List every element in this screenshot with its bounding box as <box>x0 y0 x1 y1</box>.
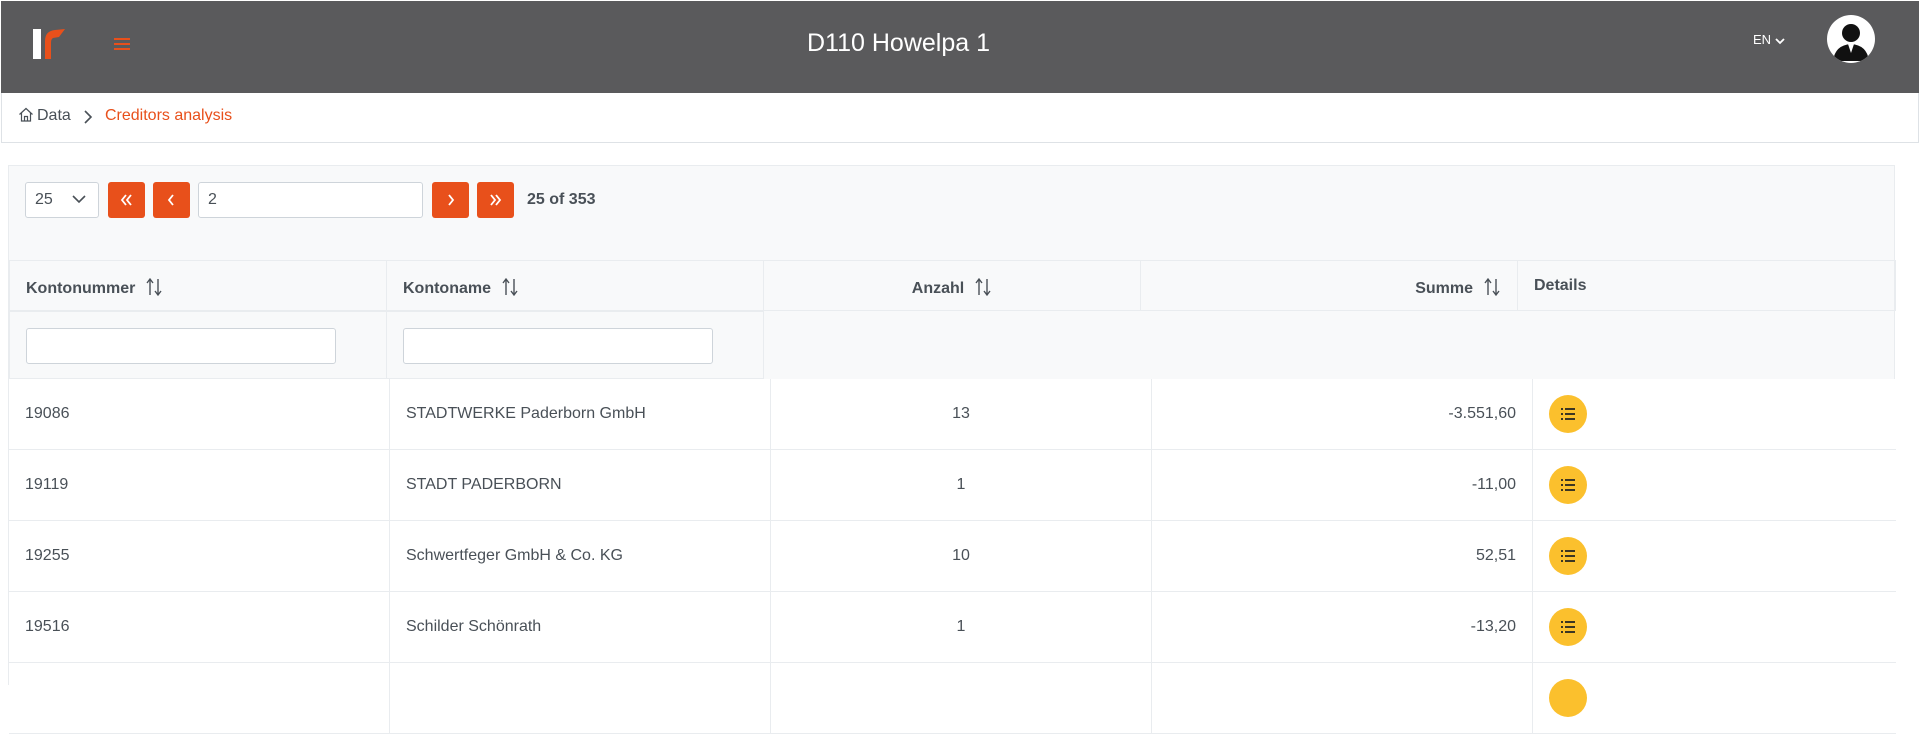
list-icon <box>1561 479 1575 491</box>
column-header-summe[interactable]: Summe <box>1140 260 1518 311</box>
sort-icon <box>502 277 518 297</box>
filter-cell-kontonummer <box>9 311 387 379</box>
details-button[interactable] <box>1549 395 1587 433</box>
cell-details <box>1533 521 1896 592</box>
top-header-bar: D110 Howelpa 1 EN <box>1 1 1919 93</box>
cell-kontonummer: 19086 <box>9 379 390 450</box>
next-page-button[interactable] <box>432 182 469 218</box>
rows-per-page-value: 25 <box>35 191 53 208</box>
cell-details <box>1533 663 1896 734</box>
table-row: 19255 Schwertfeger GmbH & Co. KG 10 52,5… <box>9 521 1896 592</box>
table-row: 19086 STADTWERKE Paderborn GmbH 13 -3.55… <box>9 379 1896 450</box>
filter-cell-kontoname <box>386 311 764 379</box>
list-icon <box>1561 408 1575 420</box>
cell-anzahl: 1 <box>771 450 1152 521</box>
cell-details <box>1533 450 1896 521</box>
page-number-input[interactable] <box>198 182 423 218</box>
table-row <box>9 663 1896 734</box>
column-header-label: Kontoname <box>403 280 491 297</box>
details-button[interactable] <box>1549 608 1587 646</box>
column-header-details: Details <box>1517 260 1896 311</box>
sort-icon <box>146 277 162 297</box>
breadcrumb-current[interactable]: Creditors analysis <box>105 107 232 125</box>
paginator: 25 25 of 353 <box>9 166 1894 260</box>
sort-icon <box>1484 277 1500 297</box>
cell-kontoname: STADT PADERBORN <box>390 450 771 521</box>
home-icon <box>19 107 33 122</box>
user-avatar[interactable] <box>1827 15 1875 63</box>
column-header-label: Kontonummer <box>26 280 136 297</box>
language-selector[interactable]: EN <box>1753 32 1785 47</box>
language-label: EN <box>1753 32 1772 47</box>
chevron-down-icon <box>72 195 86 204</box>
column-header-label: Anzahl <box>911 280 965 297</box>
sort-icon <box>975 277 991 297</box>
creditors-table: 25 25 of 353 Kontonummer Kontoname Anzah… <box>8 165 1896 734</box>
column-header-label: Details <box>1534 277 1587 294</box>
chevron-left-icon <box>167 194 174 206</box>
cell-kontoname: Schwertfeger GmbH & Co. KG <box>390 521 771 592</box>
cell-anzahl: 13 <box>771 379 1152 450</box>
column-header-anzahl[interactable]: Anzahl <box>763 260 1141 311</box>
details-button[interactable] <box>1549 679 1587 717</box>
cell-kontoname: Schilder Schönrath <box>390 592 771 663</box>
breadcrumb-home-label: Data <box>37 107 71 124</box>
cell-kontonummer: 19119 <box>9 450 390 521</box>
cell-anzahl: 1 <box>771 592 1152 663</box>
chevrons-left-icon <box>120 194 132 206</box>
column-header-label: Summe <box>1415 280 1473 297</box>
table-row: 19516 Schilder Schönrath 1 -13,20 <box>9 592 1896 663</box>
last-page-button[interactable] <box>477 182 514 218</box>
user-silhouette-icon <box>1833 24 1869 61</box>
cell-summe: -3.551,60 <box>1152 379 1533 450</box>
kontonummer-filter-input[interactable] <box>26 328 336 364</box>
filter-row <box>9 311 1896 379</box>
table-header: Kontonummer Kontoname Anzahl Summe Detai… <box>9 260 1896 311</box>
cell-kontonummer <box>9 663 390 734</box>
list-icon <box>1561 550 1575 562</box>
chevron-right-icon <box>84 110 93 124</box>
column-header-kontonummer[interactable]: Kontonummer <box>9 260 387 311</box>
app-title: D110 Howelpa 1 <box>807 29 990 57</box>
cell-kontonummer: 19255 <box>9 521 390 592</box>
page-count-text: 25 of 353 <box>527 191 596 208</box>
previous-page-button[interactable] <box>153 182 190 218</box>
table-row: 19119 STADT PADERBORN 1 -11,00 <box>9 450 1896 521</box>
breadcrumb: Data Creditors analysis <box>1 93 1919 143</box>
cell-anzahl <box>771 663 1152 734</box>
breadcrumb-home[interactable]: Data <box>18 107 71 125</box>
chevrons-right-icon <box>490 194 502 206</box>
first-page-button[interactable] <box>108 182 145 218</box>
list-icon <box>1561 621 1575 633</box>
details-button[interactable] <box>1549 537 1587 575</box>
details-button[interactable] <box>1549 466 1587 504</box>
cell-summe: -11,00 <box>1152 450 1533 521</box>
cell-anzahl: 10 <box>771 521 1152 592</box>
column-header-kontoname[interactable]: Kontoname <box>386 260 764 311</box>
cell-kontoname <box>390 663 771 734</box>
cell-summe: -13,20 <box>1152 592 1533 663</box>
chevron-down-icon <box>1775 37 1785 44</box>
cell-kontoname: STADTWERKE Paderborn GmbH <box>390 379 771 450</box>
cell-kontonummer: 19516 <box>9 592 390 663</box>
rows-per-page-dropdown[interactable]: 25 <box>25 182 99 218</box>
chevron-right-icon <box>448 194 455 206</box>
cell-details <box>1533 592 1896 663</box>
cell-details <box>1533 379 1896 450</box>
kontoname-filter-input[interactable] <box>403 328 713 364</box>
cell-summe: 52,51 <box>1152 521 1533 592</box>
cell-summe <box>1152 663 1533 734</box>
